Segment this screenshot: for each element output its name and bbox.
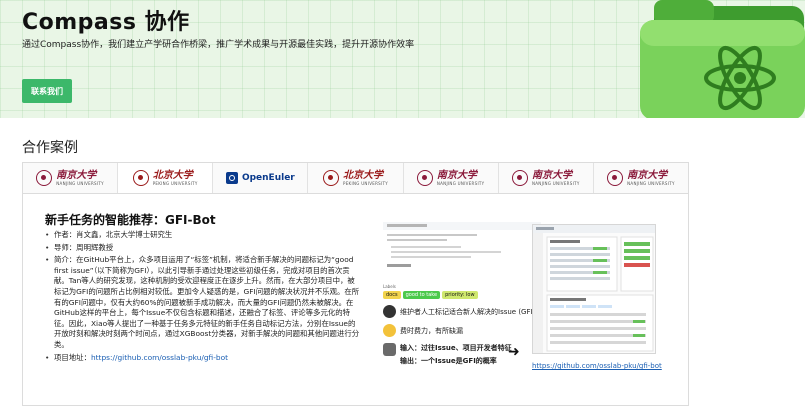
partner-tab-nju-2[interactable]: 南京大学 NANJING UNIVERSITY <box>403 163 499 193</box>
partner-name: 南京大学 <box>436 169 477 181</box>
annotation-text: 费时费力，有所缺漏 <box>400 326 463 335</box>
partner-name: 北京大学 <box>343 169 383 181</box>
annotation-text: 输出：一个Issue是GFI的概率 <box>400 357 497 365</box>
partner-tab-pku-2[interactable]: 北京大学 PEKING UNIVERSITY <box>308 163 404 193</box>
partner-name-en: NANJING UNIVERSITY <box>627 180 675 186</box>
annotation-text: 维护者人工标记适合新人解决的Issue (GFI) <box>400 307 536 316</box>
case-project: 项目地址：https://github.com/osslab-pku/gfi-b… <box>45 353 361 364</box>
labels-caption: Labels <box>383 284 396 289</box>
label-tag: docs <box>383 291 401 299</box>
partner-tab-nju-3[interactable]: 南京大学 NANJING UNIVERSITY <box>498 163 594 193</box>
pku-seal-icon <box>132 170 149 186</box>
gfi-bot-app-screenshot <box>532 224 656 354</box>
openeuler-logo-icon <box>225 172 238 184</box>
info-icon <box>383 305 396 318</box>
section-heading: 合作案例 <box>22 140 78 156</box>
case-details: 作者：肖文鑫，北京大学博士研究生 导师：周明辉教授 简介：在GitHub平台上，… <box>45 230 361 365</box>
partner-name-en: NANJING UNIVERSITY <box>436 180 485 186</box>
partner-name: OpenEuler <box>241 173 295 183</box>
page-title: Compass 协作 <box>22 10 190 35</box>
contact-us-button[interactable]: 联系我们 <box>22 79 72 103</box>
label-tag: good to take <box>402 291 441 299</box>
nju-seal-icon <box>511 170 528 186</box>
partner-name-en: PEKING UNIVERSITY <box>343 180 388 186</box>
annotation-text: 输入：过往Issue、项目开发者特征 <box>400 344 512 352</box>
hero-banner: Compass 协作 通过Compass协作，我们建立产学研合作桥梁，推广学术成… <box>0 0 805 118</box>
case-title: 新手任务的智能推荐：GFI-Bot <box>45 213 216 227</box>
partner-name: 北京大学 <box>152 169 193 181</box>
partner-logo-tabs: 南京大学 NANJING UNIVERSITY 北京大学 PEKING UNIV… <box>22 162 689 194</box>
partner-name-en: NANJING UNIVERSITY <box>531 180 580 186</box>
folder-atom-illustration <box>640 0 805 118</box>
partner-name: 南京大学 <box>56 169 97 181</box>
nju-seal-icon <box>36 170 53 186</box>
arrow-right-icon: ➜ <box>508 344 520 360</box>
robot-icon <box>383 343 396 356</box>
issue-thread-preview <box>383 222 541 280</box>
partner-name: 南京大学 <box>627 169 668 181</box>
pku-seal-icon <box>323 170 339 186</box>
hero-subtitle: 通过Compass协作，我们建立产学研合作桥梁，推广学术成果与开源最佳实践，提升… <box>22 40 415 50</box>
partner-name-en: PEKING UNIVERSITY <box>152 180 198 186</box>
project-link[interactable]: https://github.com/osslab-pku/gfi-bot <box>91 353 228 362</box>
case-advisor: 导师：周明辉教授 <box>45 243 361 254</box>
annotation-row: 维护者人工标记适合新人解决的Issue (GFI) <box>383 305 541 318</box>
partner-name: 南京大学 <box>531 169 572 181</box>
gfi-bot-dashboard-preview <box>533 225 655 353</box>
figure-project-link[interactable]: https://github.com/osslab-pku/gfi-bot <box>532 362 662 370</box>
case-card: 新手任务的智能推荐：GFI-Bot 作者：肖文鑫，北京大学博士研究生 导师：周明… <box>22 194 689 406</box>
partner-tab-pku[interactable]: 北京大学 PEKING UNIVERSITY <box>118 163 214 193</box>
partner-tab-nju-4[interactable]: 南京大学 NANJING UNIVERSITY <box>593 163 688 193</box>
partner-tab-nju[interactable]: 南京大学 NANJING UNIVERSITY <box>23 163 119 193</box>
issue-labels: docs good to take priority: low <box>383 291 541 299</box>
project-prefix: 项目地址： <box>54 352 91 362</box>
label-tag: priority: low <box>442 291 478 299</box>
partner-tab-openeuler[interactable]: OpenEuler <box>213 163 309 193</box>
partner-name-en: NANJING UNIVERSITY <box>56 180 104 186</box>
case-author: 作者：肖文鑫，北京大学博士研究生 <box>45 230 361 241</box>
sad-face-icon <box>383 324 396 337</box>
nju-seal-icon <box>607 170 624 186</box>
case-intro: 简介：在GitHub平台上，众多项目运用了“标签”机制，将适合新手解决的问题标记… <box>45 255 361 350</box>
nju-seal-icon <box>416 170 433 186</box>
annotation-row: 费时费力，有所缺漏 <box>383 324 541 337</box>
